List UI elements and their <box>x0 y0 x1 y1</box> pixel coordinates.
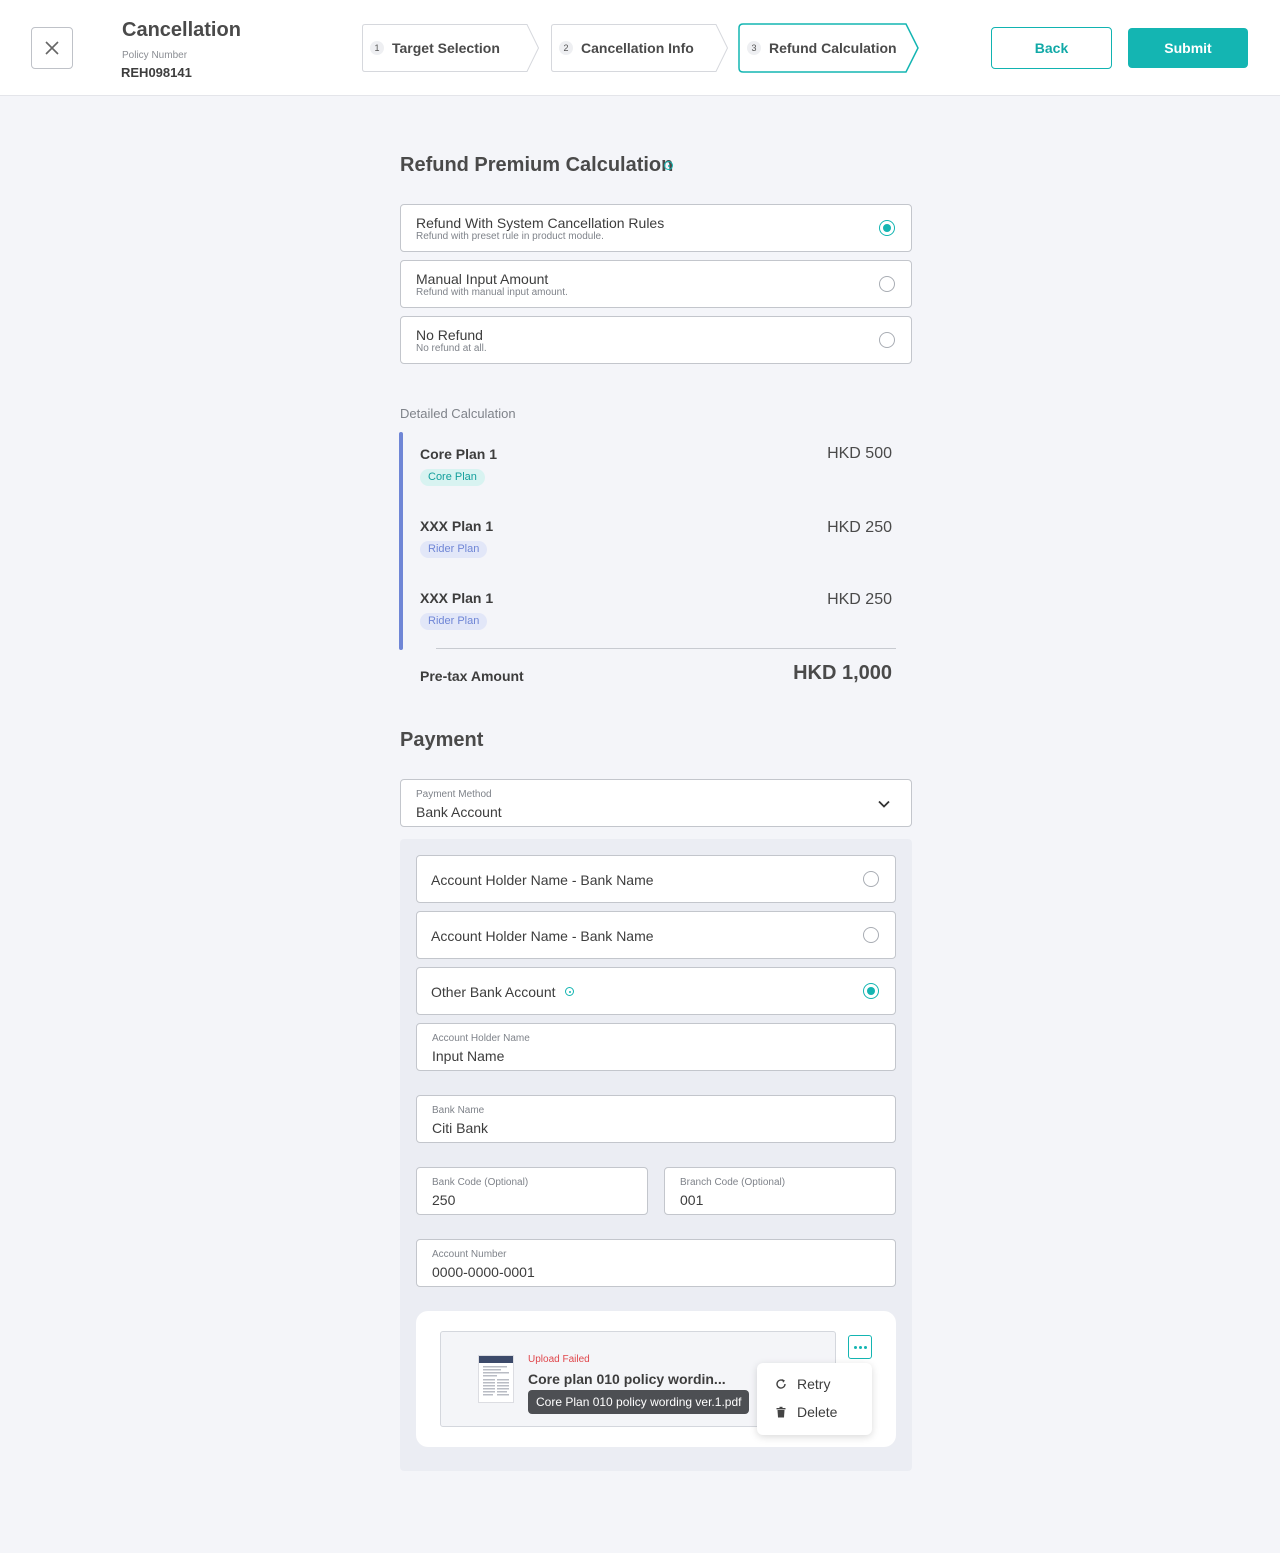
plan-amount: HKD 250 <box>827 519 892 536</box>
branch-code-field[interactable]: Branch Code (Optional) <box>664 1167 896 1215</box>
plan-name: XXX Plan 1 <box>420 518 494 534</box>
option-title: Refund With System Cancellation Rules <box>416 215 665 231</box>
upload-status: Upload Failed <box>528 1354 590 1365</box>
radio-button[interactable] <box>863 871 879 887</box>
option-title: Manual Input Amount <box>416 271 549 287</box>
option-subtitle: Refund with manual input amount. <box>416 287 568 298</box>
step-number: 1 <box>370 41 384 55</box>
document-preview-icon <box>479 1356 513 1396</box>
account-holder-name-input[interactable] <box>432 1048 880 1064</box>
back-button[interactable]: Back <box>991 27 1112 69</box>
detail-accent-bar <box>399 432 403 650</box>
account-label: Account Holder Name - Bank Name <box>431 872 654 888</box>
plan-name: Core Plan 1 <box>420 446 498 462</box>
payment-method-select[interactable]: Payment Method Bank Account <box>400 779 912 827</box>
plan-tag-rider: Rider Plan <box>420 541 488 558</box>
pretax-value: HKD 1,000 <box>793 662 892 684</box>
plan-tag-rider: Rider Plan <box>420 613 488 630</box>
refund-option-manual-input[interactable]: Manual Input Amount Refund with manual i… <box>400 260 912 308</box>
payment-section-title: Payment <box>400 729 484 751</box>
step-cancellation-info[interactable]: 2 Cancellation Info <box>550 23 730 73</box>
field-label: Branch Code (Optional) <box>680 1177 786 1188</box>
more-icon-dot <box>858 1345 862 1349</box>
page-header: Cancellation Policy Number REH098141 1 T… <box>0 0 1280 96</box>
menu-item-label: Delete <box>797 1404 838 1420</box>
step-label: Cancellation Info <box>581 40 694 56</box>
plan-tag-core: Core Plan <box>420 469 485 486</box>
refund-option-no-refund[interactable]: No Refund No refund at all. <box>400 316 912 364</box>
field-value: Bank Account <box>416 804 502 820</box>
more-options-button[interactable] <box>848 1335 872 1359</box>
radio-button[interactable] <box>879 220 895 236</box>
field-label: Bank Code (Optional) <box>432 1177 529 1188</box>
info-icon[interactable] <box>565 987 574 996</box>
submit-button[interactable]: Submit <box>1128 28 1248 68</box>
page-title: Cancellation <box>122 19 241 41</box>
bank-code-input[interactable] <box>432 1192 632 1208</box>
more-icon-dot <box>863 1345 867 1349</box>
bank-account-option[interactable]: Account Holder Name - Bank Name <box>416 855 896 903</box>
refund-option-system-rules[interactable]: Refund With System Cancellation Rules Re… <box>400 204 912 252</box>
policy-number: REH098141 <box>121 65 192 80</box>
option-subtitle: Refund with preset rule in product modul… <box>416 231 604 242</box>
bank-code-field[interactable]: Bank Code (Optional) <box>416 1167 648 1215</box>
step-label: Refund Calculation <box>769 40 897 56</box>
step-refund-calculation[interactable]: 3 Refund Calculation <box>738 23 920 73</box>
bank-account-option[interactable]: Account Holder Name - Bank Name <box>416 911 896 959</box>
other-bank-account-option[interactable]: Other Bank Account <box>416 967 896 1015</box>
more-icon <box>853 1345 857 1349</box>
field-label: Account Holder Name <box>432 1033 530 1044</box>
branch-code-input[interactable] <box>680 1192 880 1208</box>
bank-name-input[interactable] <box>432 1120 880 1136</box>
step-number: 2 <box>559 41 573 55</box>
step-number: 3 <box>747 41 761 55</box>
pretax-label: Pre-tax Amount <box>420 668 524 684</box>
option-subtitle: No refund at all. <box>416 343 487 354</box>
document-thumbnail <box>478 1355 514 1403</box>
account-label: Account Holder Name - Bank Name <box>431 928 654 944</box>
info-icon[interactable] <box>664 161 673 170</box>
divider <box>436 648 896 649</box>
radio-button[interactable] <box>879 276 895 292</box>
refresh-icon <box>776 1379 786 1389</box>
chevron-down-icon <box>878 800 890 808</box>
close-icon <box>45 41 59 55</box>
file-action-menu: Retry Delete <box>757 1363 872 1435</box>
menu-item-delete[interactable]: Delete <box>757 1400 872 1426</box>
account-holder-name-field[interactable]: Account Holder Name <box>416 1023 896 1071</box>
field-label: Account Number <box>432 1249 507 1260</box>
account-label: Other Bank Account <box>431 984 556 1000</box>
policy-number-label: Policy Number <box>122 50 188 61</box>
field-label: Payment Method <box>416 789 492 800</box>
radio-button[interactable] <box>863 927 879 943</box>
account-number-input[interactable] <box>432 1264 880 1280</box>
field-label: Bank Name <box>432 1105 485 1116</box>
account-number-field[interactable]: Account Number <box>416 1239 896 1287</box>
step-label: Target Selection <box>392 40 500 56</box>
radio-button[interactable] <box>879 332 895 348</box>
close-button[interactable] <box>31 27 73 69</box>
file-name: Core plan 010 policy wordin... <box>528 1371 726 1387</box>
refund-section-title: Refund Premium Calculation <box>400 154 674 176</box>
option-title: No Refund <box>416 327 483 343</box>
plan-name: XXX Plan 1 <box>420 590 494 606</box>
step-target-selection[interactable]: 1 Target Selection <box>361 23 541 73</box>
plan-amount: HKD 250 <box>827 591 892 608</box>
detailed-calculation-label: Detailed Calculation <box>400 406 516 421</box>
menu-item-retry[interactable]: Retry <box>757 1372 872 1398</box>
file-name-tooltip: Core Plan 010 policy wording ver.1.pdf <box>528 1390 750 1414</box>
bank-name-field[interactable]: Bank Name <box>416 1095 896 1143</box>
menu-item-label: Retry <box>797 1376 831 1392</box>
radio-button[interactable] <box>863 983 879 999</box>
plan-amount: HKD 500 <box>827 445 892 462</box>
trash-icon <box>776 1406 786 1418</box>
